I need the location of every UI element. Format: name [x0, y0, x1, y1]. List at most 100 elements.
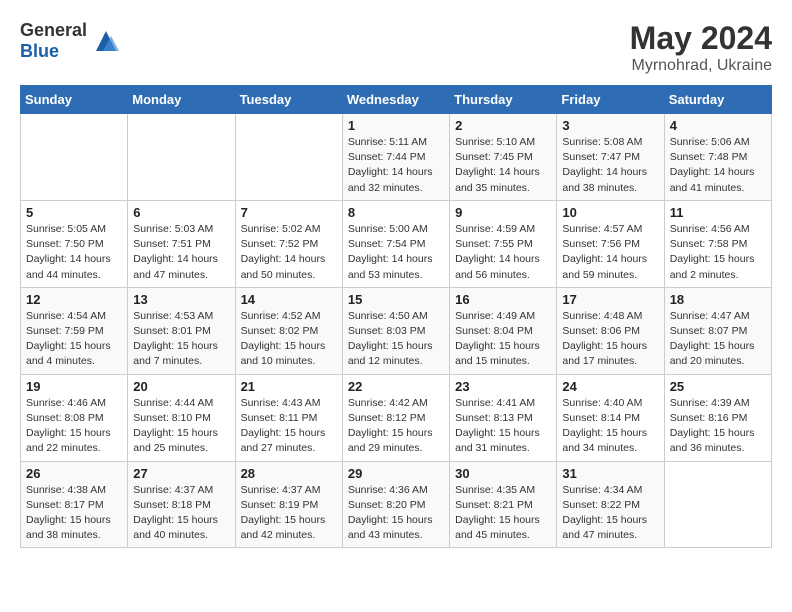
weekday-header-sunday: Sunday	[21, 86, 128, 114]
day-info: Sunrise: 4:50 AM Sunset: 8:03 PM Dayligh…	[348, 309, 444, 370]
day-info: Sunrise: 4:59 AM Sunset: 7:55 PM Dayligh…	[455, 222, 551, 283]
day-number: 1	[348, 118, 444, 133]
day-number: 2	[455, 118, 551, 133]
day-number: 13	[133, 292, 229, 307]
day-info: Sunrise: 4:41 AM Sunset: 8:13 PM Dayligh…	[455, 396, 551, 457]
calendar-cell	[235, 114, 342, 201]
day-info: Sunrise: 4:40 AM Sunset: 8:14 PM Dayligh…	[562, 396, 658, 457]
day-number: 3	[562, 118, 658, 133]
day-info: Sunrise: 4:48 AM Sunset: 8:06 PM Dayligh…	[562, 309, 658, 370]
day-info: Sunrise: 4:42 AM Sunset: 8:12 PM Dayligh…	[348, 396, 444, 457]
logo: General Blue	[20, 20, 121, 62]
day-info: Sunrise: 5:08 AM Sunset: 7:47 PM Dayligh…	[562, 135, 658, 196]
day-number: 29	[348, 466, 444, 481]
calendar-cell: 7 Sunrise: 5:02 AM Sunset: 7:52 PM Daylig…	[235, 200, 342, 287]
day-number: 19	[26, 379, 122, 394]
day-number: 26	[26, 466, 122, 481]
day-number: 5	[26, 205, 122, 220]
calendar-cell: 21 Sunrise: 4:43 AM Sunset: 8:11 PM Dayli…	[235, 374, 342, 461]
day-number: 7	[241, 205, 337, 220]
calendar-cell: 24 Sunrise: 4:40 AM Sunset: 8:14 PM Dayli…	[557, 374, 664, 461]
day-info: Sunrise: 5:02 AM Sunset: 7:52 PM Dayligh…	[241, 222, 337, 283]
calendar-cell: 31 Sunrise: 4:34 AM Sunset: 8:22 PM Dayli…	[557, 461, 664, 548]
weekday-header-row: SundayMondayTuesdayWednesdayThursdayFrid…	[21, 86, 772, 114]
day-info: Sunrise: 4:37 AM Sunset: 8:18 PM Dayligh…	[133, 483, 229, 544]
calendar-cell: 16 Sunrise: 4:49 AM Sunset: 8:04 PM Dayli…	[450, 287, 557, 374]
day-number: 11	[670, 205, 766, 220]
calendar-cell	[21, 114, 128, 201]
calendar-week-row: 12Sunrise: 4:54 AM Sunset: 7:59 PM Dayli…	[21, 287, 772, 374]
calendar-cell: 14 Sunrise: 4:52 AM Sunset: 8:02 PM Dayli…	[235, 287, 342, 374]
day-info: Sunrise: 4:52 AM Sunset: 8:02 PM Dayligh…	[241, 309, 337, 370]
day-info: Sunrise: 4:39 AM Sunset: 8:16 PM Dayligh…	[670, 396, 766, 457]
calendar-cell: 2 Sunrise: 5:10 AM Sunset: 7:45 PM Daylig…	[450, 114, 557, 201]
day-info: Sunrise: 4:35 AM Sunset: 8:21 PM Dayligh…	[455, 483, 551, 544]
day-info: Sunrise: 4:57 AM Sunset: 7:56 PM Dayligh…	[562, 222, 658, 283]
calendar-cell: 27 Sunrise: 4:37 AM Sunset: 8:18 PM Dayli…	[128, 461, 235, 548]
day-info: Sunrise: 4:47 AM Sunset: 8:07 PM Dayligh…	[670, 309, 766, 370]
calendar-week-row: 5 Sunrise: 5:05 AM Sunset: 7:50 PM Daylig…	[21, 200, 772, 287]
day-info: Sunrise: 4:49 AM Sunset: 8:04 PM Dayligh…	[455, 309, 551, 370]
calendar-cell: 9Sunrise: 4:59 AM Sunset: 7:55 PM Daylig…	[450, 200, 557, 287]
day-number: 27	[133, 466, 229, 481]
calendar-cell: 12Sunrise: 4:54 AM Sunset: 7:59 PM Dayli…	[21, 287, 128, 374]
calendar-cell: 20 Sunrise: 4:44 AM Sunset: 8:10 PM Dayli…	[128, 374, 235, 461]
day-number: 16	[455, 292, 551, 307]
calendar-week-row: 19 Sunrise: 4:46 AM Sunset: 8:08 PM Dayli…	[21, 374, 772, 461]
day-number: 30	[455, 466, 551, 481]
logo-icon	[91, 26, 121, 56]
logo-general: General	[20, 20, 87, 40]
day-info: Sunrise: 5:10 AM Sunset: 7:45 PM Dayligh…	[455, 135, 551, 196]
calendar-cell: 1Sunrise: 5:11 AM Sunset: 7:44 PM Daylig…	[342, 114, 449, 201]
calendar-cell	[128, 114, 235, 201]
calendar-cell: 22Sunrise: 4:42 AM Sunset: 8:12 PM Dayli…	[342, 374, 449, 461]
calendar-table: SundayMondayTuesdayWednesdayThursdayFrid…	[20, 85, 772, 548]
calendar-cell: 6 Sunrise: 5:03 AM Sunset: 7:51 PM Daylig…	[128, 200, 235, 287]
calendar-cell: 8 Sunrise: 5:00 AM Sunset: 7:54 PM Daylig…	[342, 200, 449, 287]
day-number: 4	[670, 118, 766, 133]
calendar-cell	[664, 461, 771, 548]
day-number: 14	[241, 292, 337, 307]
calendar-cell: 19 Sunrise: 4:46 AM Sunset: 8:08 PM Dayli…	[21, 374, 128, 461]
day-number: 24	[562, 379, 658, 394]
calendar-cell: 17 Sunrise: 4:48 AM Sunset: 8:06 PM Dayli…	[557, 287, 664, 374]
month-title: May 2024	[630, 20, 772, 57]
day-number: 20	[133, 379, 229, 394]
day-number: 18	[670, 292, 766, 307]
day-number: 23	[455, 379, 551, 394]
day-info: Sunrise: 5:06 AM Sunset: 7:48 PM Dayligh…	[670, 135, 766, 196]
page-header: General Blue May 2024 Myrnohrad, Ukraine	[20, 20, 772, 75]
day-info: Sunrise: 5:05 AM Sunset: 7:50 PM Dayligh…	[26, 222, 122, 283]
logo-blue: Blue	[20, 41, 59, 61]
weekday-header-friday: Friday	[557, 86, 664, 114]
day-info: Sunrise: 4:37 AM Sunset: 8:19 PM Dayligh…	[241, 483, 337, 544]
day-info: Sunrise: 4:53 AM Sunset: 8:01 PM Dayligh…	[133, 309, 229, 370]
day-info: Sunrise: 4:54 AM Sunset: 7:59 PM Dayligh…	[26, 309, 122, 370]
day-info: Sunrise: 4:43 AM Sunset: 8:11 PM Dayligh…	[241, 396, 337, 457]
weekday-header-thursday: Thursday	[450, 86, 557, 114]
day-number: 25	[670, 379, 766, 394]
calendar-cell: 13 Sunrise: 4:53 AM Sunset: 8:01 PM Dayli…	[128, 287, 235, 374]
calendar-cell: 5 Sunrise: 5:05 AM Sunset: 7:50 PM Daylig…	[21, 200, 128, 287]
calendar-week-row: 1Sunrise: 5:11 AM Sunset: 7:44 PM Daylig…	[21, 114, 772, 201]
title-block: May 2024 Myrnohrad, Ukraine	[630, 20, 772, 75]
day-number: 8	[348, 205, 444, 220]
calendar-cell: 29Sunrise: 4:36 AM Sunset: 8:20 PM Dayli…	[342, 461, 449, 548]
day-number: 21	[241, 379, 337, 394]
day-info: Sunrise: 5:03 AM Sunset: 7:51 PM Dayligh…	[133, 222, 229, 283]
day-number: 31	[562, 466, 658, 481]
day-info: Sunrise: 4:46 AM Sunset: 8:08 PM Dayligh…	[26, 396, 122, 457]
calendar-cell: 15Sunrise: 4:50 AM Sunset: 8:03 PM Dayli…	[342, 287, 449, 374]
day-number: 28	[241, 466, 337, 481]
day-number: 6	[133, 205, 229, 220]
calendar-cell: 10Sunrise: 4:57 AM Sunset: 7:56 PM Dayli…	[557, 200, 664, 287]
weekday-header-wednesday: Wednesday	[342, 86, 449, 114]
day-info: Sunrise: 5:00 AM Sunset: 7:54 PM Dayligh…	[348, 222, 444, 283]
day-info: Sunrise: 4:34 AM Sunset: 8:22 PM Dayligh…	[562, 483, 658, 544]
calendar-cell: 3 Sunrise: 5:08 AM Sunset: 7:47 PM Daylig…	[557, 114, 664, 201]
weekday-header-monday: Monday	[128, 86, 235, 114]
day-info: Sunrise: 4:38 AM Sunset: 8:17 PM Dayligh…	[26, 483, 122, 544]
calendar-cell: 30 Sunrise: 4:35 AM Sunset: 8:21 PM Dayli…	[450, 461, 557, 548]
day-info: Sunrise: 4:44 AM Sunset: 8:10 PM Dayligh…	[133, 396, 229, 457]
day-number: 17	[562, 292, 658, 307]
